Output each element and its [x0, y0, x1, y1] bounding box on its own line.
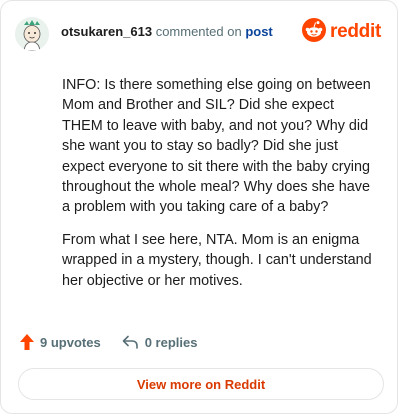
username-link[interactable]: otsukaren_613	[61, 24, 152, 39]
embedded-comment-card: otsukaren_613 commented on post reddit I…	[0, 0, 398, 414]
reddit-wordmark: reddit	[330, 21, 381, 42]
comment-actions: 9 upvotes 0 replies	[19, 333, 197, 351]
reply-arrow-icon	[121, 334, 139, 350]
reply-button[interactable]: 0 replies	[121, 334, 198, 350]
comment-header: otsukaren_613 commented on post reddit	[15, 15, 381, 53]
upvote-count: 9 upvotes	[40, 334, 101, 350]
comment-paragraph: From what I see here, NTA. Mom is an eni…	[62, 231, 372, 289]
reddit-logo[interactable]: reddit	[302, 17, 381, 47]
commented-on-label: commented on	[155, 24, 242, 39]
comment-meta: otsukaren_613 commented on post	[61, 24, 273, 40]
reply-count: 0 replies	[144, 334, 198, 350]
comment-body: INFO: Is there something else going on b…	[62, 75, 378, 303]
upvote-button[interactable]: 9 upvotes	[19, 333, 101, 351]
user-avatar-icon[interactable]	[15, 17, 49, 51]
reddit-snoo-icon	[302, 17, 327, 47]
post-link[interactable]: post	[245, 24, 272, 39]
comment-paragraph: INFO: Is there something else going on b…	[62, 77, 371, 216]
upvote-arrow-icon	[19, 333, 35, 351]
view-more-button[interactable]: View more on Reddit	[18, 368, 384, 400]
